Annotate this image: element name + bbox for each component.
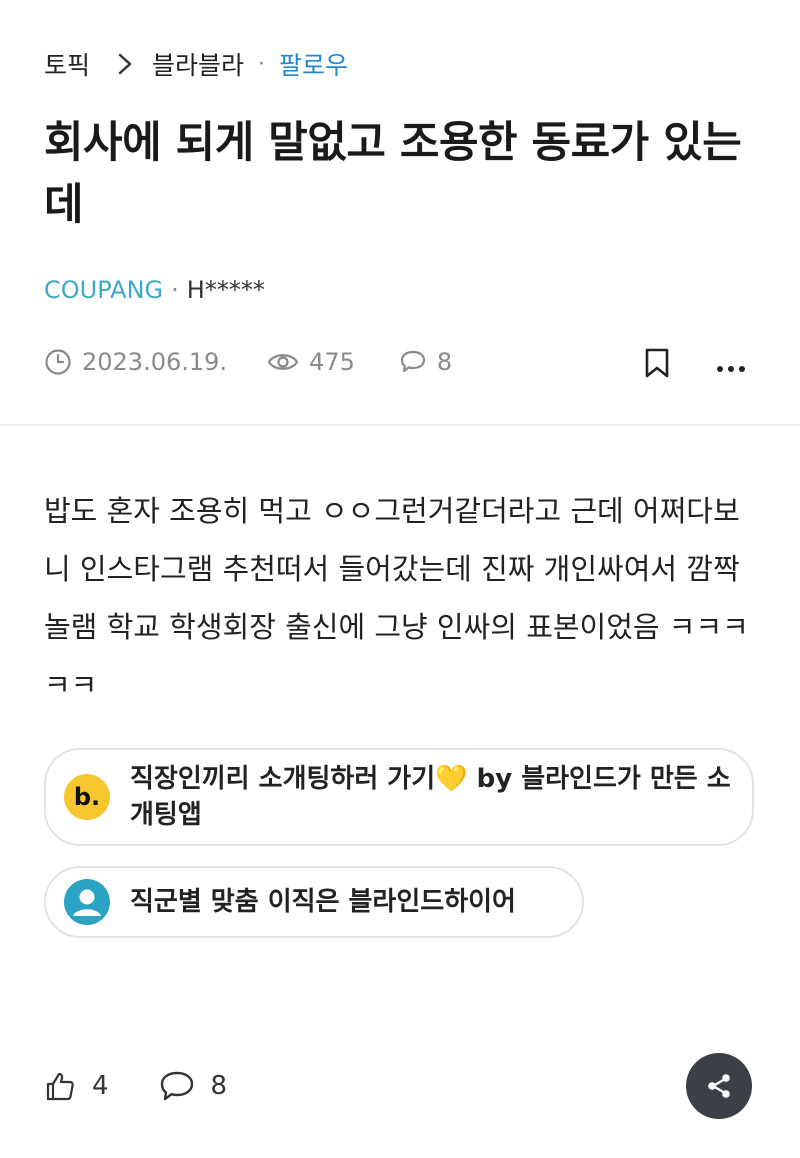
breadcrumb-dot: · <box>258 51 266 77</box>
eye-icon <box>267 354 299 370</box>
comment-button[interactable]: 8 <box>159 1070 228 1102</box>
post-title: 회사에 되게 말없고 조용한 동료가 있는데 <box>44 118 742 230</box>
breadcrumb-topic[interactable]: 토픽 <box>44 46 90 82</box>
ad-blind-hire[interactable]: 직군별 맞춤 이직은 블라인드하이어 <box>44 866 584 938</box>
post-page: 토픽 블라블라 · 팔로우 회사에 되게 말없고 조용한 동료가 있는데 COU… <box>0 0 800 1158</box>
author-separator: · <box>171 276 179 304</box>
like-count: 4 <box>92 1071 109 1101</box>
post-meta: 2023.06.19. 475 8 <box>44 342 452 382</box>
post-views-count: 475 <box>309 348 355 376</box>
divider <box>0 424 800 426</box>
follow-button[interactable]: 팔로우 <box>279 46 348 82</box>
post-views: 475 <box>267 348 355 376</box>
breadcrumb: 토픽 블라블라 · 팔로우 <box>44 46 348 82</box>
yellow-heart-icon: 💛 <box>435 764 468 794</box>
more-options-button[interactable] <box>716 358 746 377</box>
person-avatar-icon <box>64 879 110 925</box>
ad-blind-hire-text: 직군별 맞춤 이직은 블라인드하이어 <box>130 887 516 917</box>
share-button[interactable] <box>686 1053 752 1119</box>
share-icon <box>708 1074 730 1098</box>
breadcrumb-board[interactable]: 블라블라 <box>152 46 244 82</box>
post-date-text: 2023.06.19. <box>82 348 228 376</box>
chevron-right-icon <box>118 53 132 75</box>
like-button[interactable]: 4 <box>44 1070 109 1102</box>
clock-icon <box>45 349 71 375</box>
ad-blind-dating[interactable]: b. 직장인끼리 소개팅하러 가기💛 by 블라인드가 만든 소개팅앱 <box>44 748 754 846</box>
more-horizontal-icon <box>717 366 745 372</box>
author-company[interactable]: COUPANG <box>44 276 163 304</box>
blind-dating-logo-icon: b. <box>64 774 110 820</box>
comment-icon <box>400 350 425 373</box>
comment-icon <box>160 1071 193 1101</box>
bookmark-icon <box>645 348 669 378</box>
post-actions: 4 8 <box>44 1066 227 1106</box>
post-comments-count: 8 <box>436 348 453 376</box>
post-comments: 8 <box>399 348 452 376</box>
bookmark-button[interactable] <box>640 346 674 384</box>
thumbs-up-icon <box>46 1072 74 1101</box>
ad-blind-dating-text: 직장인끼리 소개팅하러 가기💛 by 블라인드가 만든 소개팅앱 <box>130 764 731 830</box>
post-date: 2023.06.19. <box>44 348 227 376</box>
author-name: H***** <box>186 276 265 304</box>
comment-count: 8 <box>210 1071 228 1101</box>
post-body: 밥도 혼자 조용히 먹고 ㅇㅇ그런거같더라고 근데 어쩌다보니 인스타그램 추천… <box>44 494 749 702</box>
author-line: COUPANG · H***** <box>44 276 265 304</box>
